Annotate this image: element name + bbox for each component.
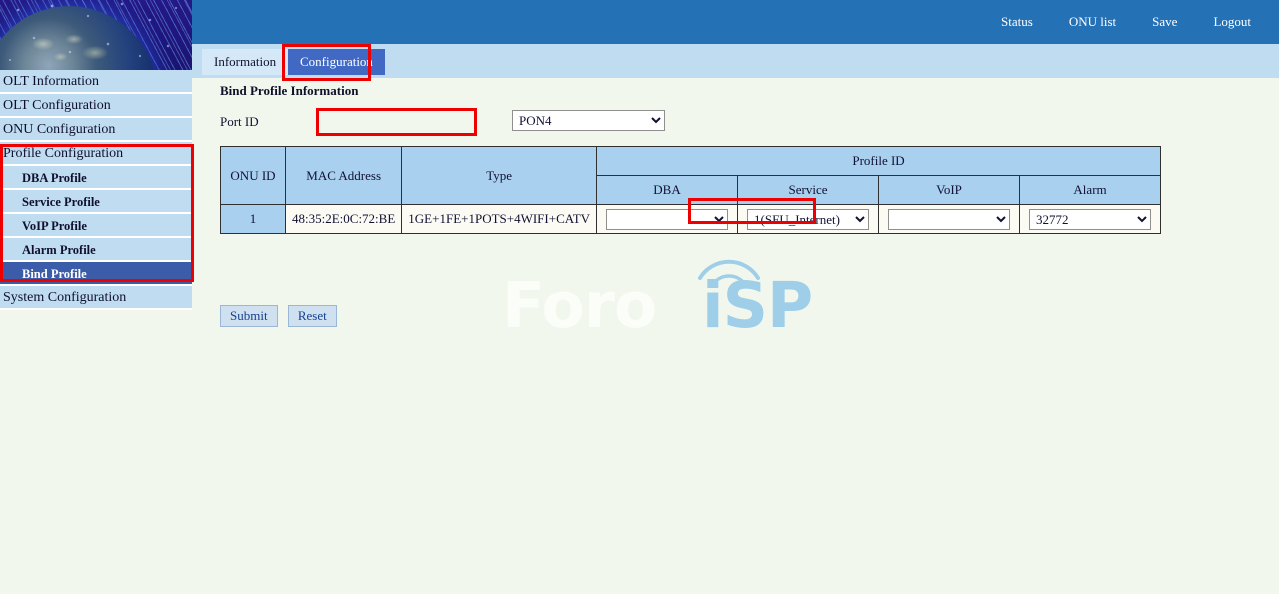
reset-button[interactable]: Reset <box>288 305 337 327</box>
top-navigation: Status ONU list Save Logout <box>983 0 1269 44</box>
cell-voip <box>879 205 1020 234</box>
header-banner-image <box>0 0 192 70</box>
watermark-text-foro: Foro <box>502 274 656 337</box>
sidebar-item-onu-configuration[interactable]: ONU Configuration <box>0 118 192 142</box>
sidebar-item-dba-profile[interactable]: DBA Profile <box>0 166 192 190</box>
wifi-arc-icon <box>694 248 764 288</box>
topnav-status[interactable]: Status <box>983 14 1051 30</box>
sidebar-item-alarm-profile[interactable]: Alarm Profile <box>0 238 192 262</box>
sidebar-item-service-profile[interactable]: Service Profile <box>0 190 192 214</box>
col-alarm: Alarm <box>1020 176 1161 205</box>
tab-configuration[interactable]: Configuration <box>288 49 385 75</box>
cell-dba <box>597 205 738 234</box>
topnav-logout[interactable]: Logout <box>1195 14 1269 30</box>
page-title: Bind Profile Information <box>220 83 358 99</box>
cell-service: 1(SFU_Internet) <box>738 205 879 234</box>
tab-information[interactable]: Information <box>202 49 288 75</box>
service-profile-select[interactable]: 1(SFU_Internet) <box>747 209 869 230</box>
col-dba: DBA <box>597 176 738 205</box>
foroisp-watermark: Foro iSP <box>502 246 802 356</box>
voip-profile-select[interactable] <box>888 209 1010 230</box>
table-header-row-1: ONU ID MAC Address Type Profile ID <box>221 147 1161 176</box>
cell-mac-address: 48:35:2E:0C:72:BE <box>286 205 402 234</box>
tab-strip: Information Configuration <box>192 44 1279 78</box>
submit-button[interactable]: Submit <box>220 305 278 327</box>
col-mac-address: MAC Address <box>286 147 402 205</box>
cell-alarm: 32772 <box>1020 205 1161 234</box>
col-service: Service <box>738 176 879 205</box>
content-area: Foro iSP Bind Profile Information Port I… <box>192 78 1279 594</box>
topnav-save[interactable]: Save <box>1134 14 1195 30</box>
table-row: 1 48:35:2E:0C:72:BE 1GE+1FE+1POTS+4WIFI+… <box>221 205 1161 234</box>
sidebar-item-system-configuration[interactable]: System Configuration <box>0 286 192 310</box>
sidebar-item-olt-information[interactable]: OLT Information <box>0 70 192 94</box>
cell-type: 1GE+1FE+1POTS+4WIFI+CATV <box>402 205 597 234</box>
sidebar-item-voip-profile[interactable]: VoIP Profile <box>0 214 192 238</box>
sidebar-menu: OLT Information OLT Configuration ONU Co… <box>0 70 192 310</box>
sidebar-item-profile-configuration[interactable]: Profile Configuration <box>0 142 192 166</box>
top-header-bar: Status ONU list Save Logout <box>192 0 1279 44</box>
form-button-row: Submit Reset <box>220 305 344 327</box>
topnav-onu-list[interactable]: ONU list <box>1051 14 1134 30</box>
sidebar-item-bind-profile[interactable]: Bind Profile <box>0 262 192 286</box>
watermark-text-isp: iSP <box>702 274 812 337</box>
port-id-select[interactable]: PON4 <box>512 110 665 131</box>
sidebar-item-olt-configuration[interactable]: OLT Configuration <box>0 94 192 118</box>
col-voip: VoIP <box>879 176 1020 205</box>
port-id-label: Port ID <box>220 114 259 130</box>
col-onu-id: ONU ID <box>221 147 286 205</box>
col-type: Type <box>402 147 597 205</box>
cell-onu-id: 1 <box>221 205 286 234</box>
alarm-profile-select[interactable]: 32772 <box>1029 209 1151 230</box>
col-group-profile-id: Profile ID <box>597 147 1161 176</box>
light-dots-decoration <box>0 0 192 70</box>
dba-profile-select[interactable] <box>606 209 728 230</box>
bind-profile-table: ONU ID MAC Address Type Profile ID DBA S… <box>220 146 1161 234</box>
